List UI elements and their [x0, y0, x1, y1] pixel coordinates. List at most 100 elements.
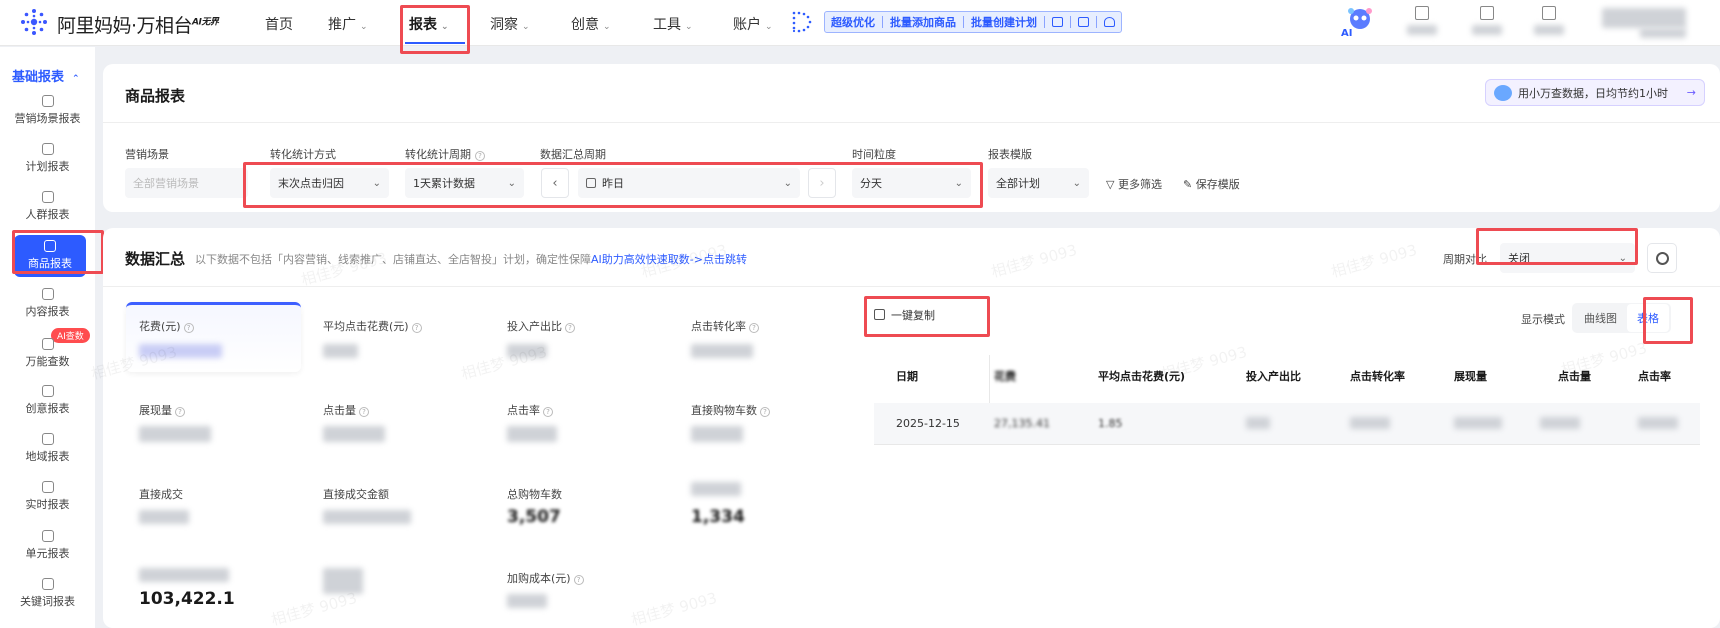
redacted-label: [1407, 25, 1437, 35]
edit-icon: ✎: [1183, 178, 1196, 191]
column-header[interactable]: 花费: [994, 368, 1016, 384]
template-select[interactable]: 全部计划 ⌄: [988, 168, 1089, 198]
table-header: 日期 花费 平均点击花费(元) 投入产出比 点击转化率 展现量 点击量 点击率: [874, 355, 1700, 397]
compare-select[interactable]: 关闭 ⌄: [1500, 243, 1635, 273]
redacted-label: [1534, 25, 1564, 35]
prev-period-button[interactable]: ‹: [541, 168, 569, 198]
copy-all-button[interactable]: 一键复制: [874, 307, 935, 323]
metric-label: 平均点击花费(元)?: [323, 318, 422, 334]
column-header[interactable]: 点击转化率: [1350, 368, 1405, 384]
column-header[interactable]: 平均点击花费(元): [1098, 368, 1185, 384]
metric-value: 1,334: [691, 507, 745, 527]
filter-label-scene: 营销场景: [125, 148, 169, 161]
sidebar-item-unit-report[interactable]: 单元报表: [0, 530, 95, 561]
settings-button[interactable]: [1647, 243, 1677, 273]
compare-label: 周期对比: [1443, 253, 1487, 266]
notification-icon[interactable]: [1542, 6, 1556, 20]
apps-grid-icon[interactable]: [1480, 6, 1494, 20]
sidebar-item-keyword-report[interactable]: 关键词报表: [0, 578, 95, 609]
ai-query-link[interactable]: AI助力高效快速取数->点击跳转: [591, 253, 747, 266]
redacted-value: [691, 344, 753, 358]
scene-select[interactable]: 全部营销场景: [125, 168, 248, 198]
column-header[interactable]: 展现量: [1454, 368, 1487, 384]
assistant-avatar-icon: [1494, 84, 1512, 101]
dotted-d-logo-icon[interactable]: [790, 10, 814, 34]
sidebar-item-region-report[interactable]: 地域报表: [0, 433, 95, 464]
summary-period-select[interactable]: 昨日 ⌄: [578, 168, 800, 198]
column-header[interactable]: 投入产出比: [1246, 368, 1301, 384]
help-icon[interactable]: ?: [760, 407, 770, 417]
help-icon[interactable]: ?: [543, 407, 553, 417]
user-icon[interactable]: [1104, 17, 1115, 27]
nav-item-promotion[interactable]: 推广 ⌄: [328, 14, 368, 34]
nav-item-home[interactable]: 首页: [265, 14, 293, 34]
mode-option-chart[interactable]: 曲线图: [1574, 304, 1627, 332]
metric-card-cost[interactable]: [126, 302, 301, 372]
alimama-logo-icon[interactable]: [18, 6, 50, 38]
calendar-icon: [586, 178, 596, 188]
nav-item-creative[interactable]: 创意 ⌄: [571, 14, 611, 34]
nav-item-reports[interactable]: 报表 ⌄: [409, 14, 449, 34]
sidebar-item-content-report[interactable]: 内容报表: [0, 288, 95, 319]
brand-name[interactable]: 阿里妈妈·万相台AI无界: [57, 11, 219, 38]
gear-icon: [1655, 251, 1669, 265]
column-header[interactable]: 日期: [896, 368, 918, 384]
nav-item-tools[interactable]: 工具 ⌄: [653, 14, 693, 34]
sidebar-item-crowd-report[interactable]: 人群报表: [0, 191, 95, 222]
gift-icon[interactable]: [1052, 17, 1063, 27]
sidebar-item-scene-report[interactable]: 营销场景报表: [0, 95, 95, 126]
ai-helper-banner[interactable]: 用小万查数据，日均节约1小时 →: [1485, 79, 1705, 106]
help-icon[interactable]: ?: [359, 407, 369, 417]
mode-option-table[interactable]: 表格: [1627, 304, 1669, 332]
column-header[interactable]: 点击率: [1638, 368, 1671, 384]
metric-label: 直接成交金额: [323, 488, 389, 501]
next-period-button[interactable]: ›: [808, 168, 836, 198]
sidebar-section-title[interactable]: 基础报表 ⌃: [12, 66, 80, 85]
redacted-account-name[interactable]: [1602, 8, 1686, 28]
report-icon: [41, 385, 54, 397]
sidebar-item-creative-report[interactable]: 创意报表: [0, 385, 95, 416]
chevron-down-icon: ⌄: [441, 22, 449, 32]
promo-link-super-optimize[interactable]: 超级优化: [831, 14, 875, 30]
sidebar-item-product-report[interactable]: 商品报表: [14, 235, 86, 277]
promo-link-bar: 超级优化 批量添加商品 批量创建计划: [824, 11, 1122, 33]
report-icon: [41, 578, 54, 590]
nav-item-insight[interactable]: 洞察 ⌄: [490, 14, 530, 34]
metric-card-roi[interactable]: [494, 302, 669, 372]
help-icon[interactable]: ?: [573, 575, 584, 585]
display-mode-label: 显示模式: [1521, 313, 1565, 326]
promo-link-batch-add-products[interactable]: 批量添加商品: [890, 14, 956, 30]
metric-label: 加购成本(元)?: [507, 570, 584, 586]
divider: [103, 286, 1720, 287]
help-icon[interactable]: ?: [475, 151, 485, 161]
sidebar-item-plan-report[interactable]: 计划报表: [0, 143, 95, 174]
message-icon[interactable]: [1078, 17, 1089, 27]
help-icon[interactable]: ?: [183, 323, 194, 333]
granularity-select[interactable]: 分天 ⌄: [852, 168, 971, 198]
help-icon[interactable]: ?: [411, 323, 422, 333]
sidebar-item-realtime-report[interactable]: 实时报表: [0, 481, 95, 512]
redacted-cell: [1454, 417, 1502, 429]
report-icon: [41, 95, 54, 107]
save-template-button[interactable]: ✎ 保存模版: [1183, 176, 1240, 192]
chevron-up-icon: ⌃: [72, 74, 80, 84]
redacted-label: [1472, 25, 1502, 35]
help-icon[interactable]: ?: [749, 323, 759, 333]
column-header[interactable]: 点击量: [1558, 368, 1591, 384]
sidebar-item-universal-query[interactable]: 万能查数: [0, 338, 95, 369]
promo-link-batch-create-plans[interactable]: 批量创建计划: [971, 14, 1037, 30]
document-icon[interactable]: [1415, 6, 1429, 20]
metric-card-avg-cpc[interactable]: [310, 302, 485, 372]
help-icon[interactable]: ?: [175, 407, 185, 417]
more-filters-button[interactable]: ▽ 更多筛选: [1106, 176, 1162, 192]
redacted-label: [691, 482, 741, 496]
cycle-select[interactable]: 1天累计数据 ⌄: [405, 168, 524, 198]
metric-card-ctr-conversion[interactable]: [678, 302, 853, 372]
attribution-select[interactable]: 末次点击归因 ⌄: [270, 168, 389, 198]
nav-item-account[interactable]: 账户 ⌄: [733, 14, 773, 34]
redacted-value: [139, 426, 211, 442]
filter-icon: ▽: [1106, 178, 1118, 191]
top-nav: 阿里妈妈·万相台AI无界 首页 推广 ⌄ 报表 ⌄ 洞察 ⌄ 创意 ⌄ 工具 ⌄ 账户 ⌄ …: [0, 0, 1720, 46]
help-icon[interactable]: ?: [565, 323, 575, 333]
filter-label-cycle: 转化统计周期?: [405, 146, 485, 162]
